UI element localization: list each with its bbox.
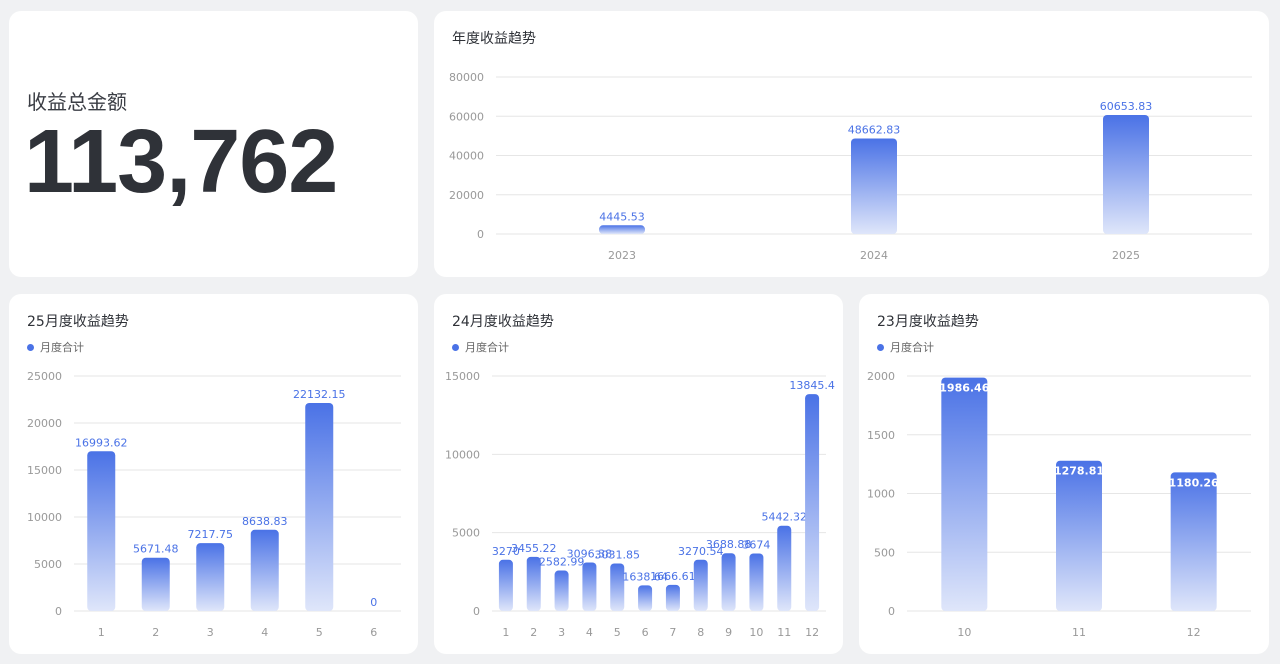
bar[interactable]: [1056, 460, 1102, 611]
x-tick-label: 1: [502, 626, 509, 639]
bar-value-label: 1180.26: [1169, 476, 1219, 489]
bar[interactable]: [693, 559, 708, 611]
monthly-2023-card: 23月度收益趋势 月度合计 0 500 1000 1500 2000 1986.46 10 1…: [859, 294, 1269, 654]
bar[interactable]: [582, 562, 597, 611]
y-tick-label: 60000: [449, 110, 484, 123]
y-tick-label: 10000: [27, 511, 62, 524]
x-tick-label: 4: [261, 626, 268, 639]
annual-bar-chart: 0 20000 40000 60000 80000 4445.53 2023 48662.83…: [449, 71, 1252, 262]
bar[interactable]: [777, 525, 792, 611]
bar-value-label: 1986.46: [939, 382, 989, 395]
y-tick-label: 1000: [867, 488, 895, 501]
x-tick-label: 8: [697, 626, 704, 639]
y-tick-label: 2000: [867, 370, 895, 383]
x-tick-label: 10: [749, 626, 763, 639]
x-tick-label: 9: [725, 626, 732, 639]
y-tick-label: 20000: [27, 417, 62, 430]
monthly-2025-card: 25月度收益趋势 月度合计 0 5000 10000 15000 20000 25000 1…: [9, 294, 418, 654]
bar-value-label: 1278.81: [1054, 465, 1104, 478]
x-tick-label: 6: [642, 626, 649, 639]
x-tick-label: 3: [207, 626, 214, 639]
x-tick-label: 2024: [860, 249, 888, 262]
bar-value-label: 1666.61: [650, 570, 696, 583]
y-tick-label: 25000: [27, 370, 62, 383]
y-tick-label: 10000: [445, 448, 480, 461]
y-tick-label: 80000: [449, 71, 484, 84]
bar[interactable]: [941, 377, 988, 611]
bar-value-label: 16993.62: [75, 436, 128, 449]
x-tick-label: 6: [370, 626, 377, 639]
y-tick-label: 500: [874, 546, 895, 559]
total-revenue-card: 收益总金额 113,762: [9, 11, 418, 277]
y-tick-label: 15000: [445, 370, 480, 383]
y-tick-label: 5000: [34, 558, 62, 571]
bar[interactable]: [498, 559, 513, 611]
bar[interactable]: [599, 225, 645, 234]
x-tick-label: 2023: [608, 249, 636, 262]
x-tick-label: 12: [805, 626, 819, 639]
x-tick-label: 11: [1072, 626, 1086, 639]
bar[interactable]: [250, 529, 279, 611]
monthly-2024-bar-chart: 050001000015000327013455.2222582.9933096…: [445, 370, 835, 639]
y-tick-label: 0: [477, 228, 484, 241]
bar[interactable]: [749, 553, 764, 611]
bar-value-label: 13845.4: [789, 379, 835, 392]
bar-value-label: 48662.83: [848, 123, 901, 136]
bar-value-label: 0: [370, 596, 377, 609]
bar[interactable]: [87, 451, 116, 611]
bar-value-label: 3031.85: [595, 549, 641, 562]
bar-value-label: 3455.22: [511, 542, 557, 555]
bar[interactable]: [805, 394, 820, 611]
x-tick-label: 12: [1187, 626, 1201, 639]
x-tick-label: 2025: [1112, 249, 1140, 262]
monthly-2025-bar-chart: 0 5000 10000 15000 20000 25000 16993.62 1 5671.4…: [27, 370, 401, 639]
y-tick-label: 5000: [452, 527, 480, 540]
y-tick-label: 40000: [449, 150, 484, 163]
total-revenue-value: 113,762: [24, 112, 338, 212]
bar[interactable]: [554, 570, 569, 611]
monthly-2023-bar-chart: 0 500 1000 1500 2000 1986.46 10 1278.81 11 1180.2…: [867, 370, 1251, 639]
bar-value-label: 5671.48: [133, 543, 179, 556]
x-tick-label: 2: [152, 626, 159, 639]
bar[interactable]: [638, 585, 653, 611]
bar-value-label: 4445.53: [599, 210, 645, 223]
y-tick-label: 15000: [27, 464, 62, 477]
bar[interactable]: [141, 557, 170, 611]
y-tick-label: 20000: [449, 189, 484, 202]
bar-value-label: 22132.15: [293, 388, 346, 401]
bar[interactable]: [305, 402, 334, 611]
bar[interactable]: [851, 138, 897, 234]
bar[interactable]: [1103, 114, 1149, 234]
bar[interactable]: [665, 584, 680, 611]
x-tick-label: 2: [530, 626, 537, 639]
x-tick-label: 1: [98, 626, 105, 639]
annual-revenue-card: 年度收益趋势 0 20000 40000 60000 80000 4445.53 2023 4…: [434, 11, 1269, 277]
x-tick-label: 5: [614, 626, 621, 639]
x-tick-label: 5: [316, 626, 323, 639]
bar-value-label: 5442.32: [762, 511, 808, 524]
bar-value-label: 3674: [742, 538, 770, 551]
y-tick-label: 1500: [867, 429, 895, 442]
y-tick-label: 0: [888, 605, 895, 618]
bar-value-label: 8638.83: [242, 515, 288, 528]
bar[interactable]: [721, 553, 736, 611]
bar-value-label: 7217.75: [188, 528, 234, 541]
x-tick-label: 10: [957, 626, 971, 639]
x-tick-label: 11: [777, 626, 791, 639]
x-tick-label: 3: [558, 626, 565, 639]
bar-value-label: 60653.83: [1100, 100, 1153, 113]
x-tick-label: 4: [586, 626, 593, 639]
monthly-2024-card: 24月度收益趋势 月度合计 0 5000 10000 15000 3270 1 3455.2…: [434, 294, 843, 654]
bar[interactable]: [196, 543, 225, 611]
y-tick-label: 0: [55, 605, 62, 618]
x-tick-label: 7: [669, 626, 676, 639]
bar[interactable]: [1170, 472, 1217, 611]
y-tick-label: 0: [473, 605, 480, 618]
